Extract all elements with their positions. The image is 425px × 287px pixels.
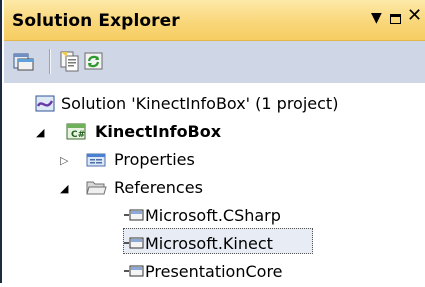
tree-item-reference[interactable]: Microsoft.CSharp bbox=[4, 201, 425, 231]
tree-item-project[interactable]: ◢ C# KinectInfoBox bbox=[4, 117, 425, 147]
explorer-toolbar bbox=[4, 41, 425, 83]
svg-text:C#: C# bbox=[71, 130, 85, 140]
window-position-dropdown-icon[interactable]: ▼ bbox=[371, 10, 382, 26]
solution-icon bbox=[35, 94, 55, 112]
csharp-project-icon: C# bbox=[66, 122, 86, 140]
expanded-arrow-icon[interactable]: ◢ bbox=[60, 183, 68, 194]
tree-item-properties[interactable]: ▷ Properties bbox=[4, 145, 425, 175]
tree-item-label: Microsoft.CSharp bbox=[145, 206, 281, 225]
maximize-icon[interactable] bbox=[390, 14, 401, 24]
tree-item-label: Solution 'KinectInfoBox' (1 project) bbox=[61, 94, 339, 113]
expanded-arrow-icon[interactable]: ◢ bbox=[36, 127, 44, 138]
title-controls: ▼ ✕ bbox=[367, 0, 425, 40]
reference-icon bbox=[124, 206, 144, 224]
reference-icon bbox=[124, 234, 144, 252]
tree-item-label: KinectInfoBox bbox=[95, 122, 222, 141]
tree-item-references[interactable]: ◢ References bbox=[4, 173, 425, 203]
solution-tree: Solution 'KinectInfoBox' (1 project) ◢ C… bbox=[4, 83, 425, 283]
properties-icon[interactable] bbox=[58, 50, 80, 72]
tree-item-solution[interactable]: Solution 'KinectInfoBox' (1 project) bbox=[4, 89, 425, 119]
reference-icon bbox=[124, 262, 144, 280]
collapsed-arrow-icon[interactable]: ▷ bbox=[60, 155, 68, 166]
tree-item-reference-selected[interactable]: Microsoft.Kinect bbox=[4, 229, 425, 259]
close-icon[interactable]: ✕ bbox=[407, 7, 422, 25]
properties-folder-icon bbox=[86, 150, 106, 168]
show-all-files-icon[interactable] bbox=[13, 50, 35, 72]
panel-title: Solution Explorer bbox=[12, 11, 180, 31]
references-folder-icon bbox=[86, 178, 107, 196]
solution-explorer-panel: Solution Explorer ▼ ✕ Solution 'KinectIn… bbox=[0, 0, 425, 283]
tree-item-label: Properties bbox=[114, 150, 195, 169]
panel-titlebar[interactable]: Solution Explorer ▼ ✕ bbox=[4, 0, 425, 41]
tree-item-label: PresentationCore bbox=[145, 262, 283, 281]
refresh-icon[interactable] bbox=[83, 50, 105, 72]
toolbar-separator bbox=[49, 49, 50, 74]
tree-item-label: Microsoft.Kinect bbox=[145, 234, 273, 253]
tree-item-label: References bbox=[114, 178, 203, 197]
